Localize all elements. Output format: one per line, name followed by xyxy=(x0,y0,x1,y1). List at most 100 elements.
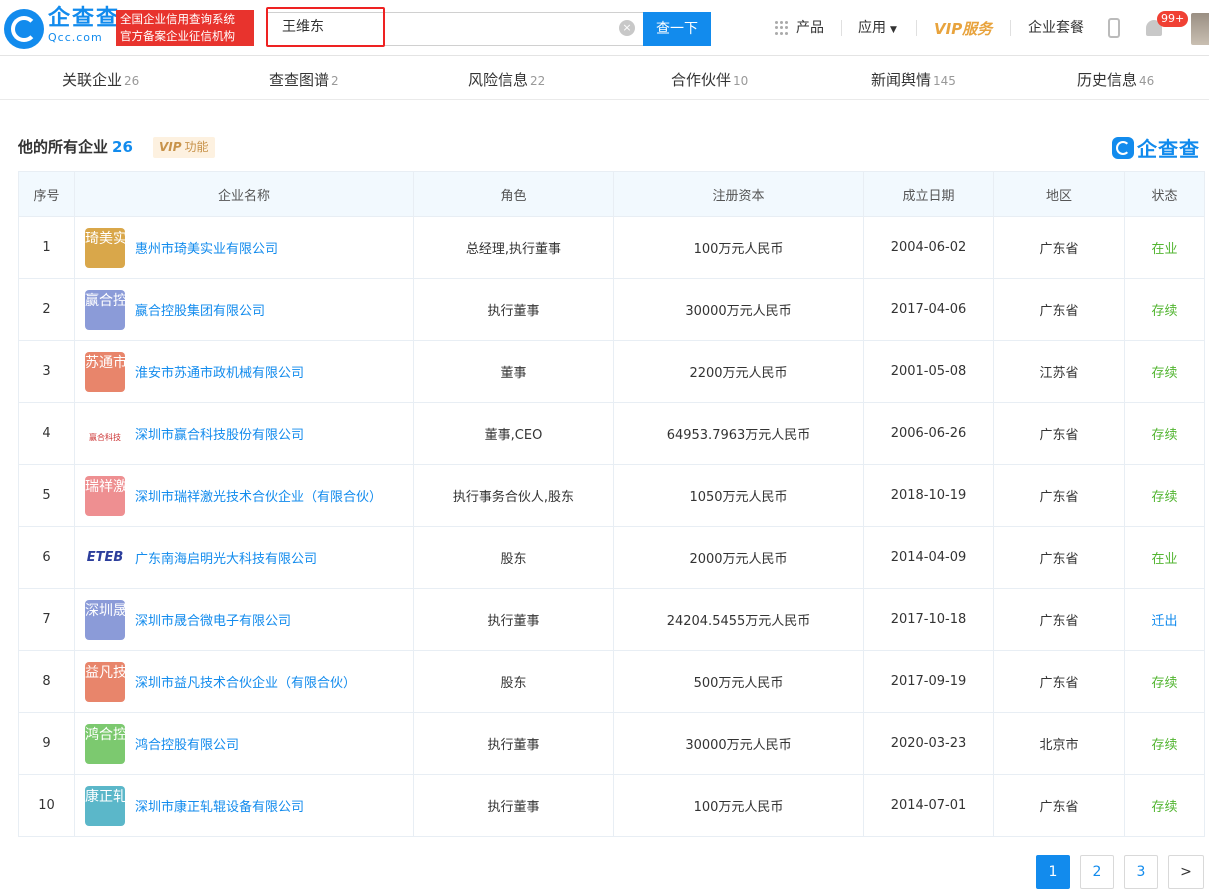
search-highlight-box xyxy=(266,7,385,47)
company-name-link[interactable]: 深圳市瑞祥激光技术合伙企业（有限合伙） xyxy=(135,486,382,505)
page-3-button[interactable]: 3 xyxy=(1124,855,1158,889)
search-button[interactable]: 查一下 xyxy=(643,12,711,46)
grid-icon[interactable] xyxy=(775,21,789,35)
caret-down-icon: ▼ xyxy=(890,25,897,35)
status-badge: 存续 xyxy=(1124,712,1205,775)
status-badge: 存续 xyxy=(1124,340,1205,403)
company-name-link[interactable]: 惠州市琦美实业有限公司 xyxy=(135,238,278,257)
company-name-link[interactable]: 广东南海启明光大科技有限公司 xyxy=(135,548,317,567)
phone-icon[interactable] xyxy=(1108,18,1120,38)
brand-watermark: 企查查 xyxy=(1112,133,1200,162)
region-cell: 广东省 xyxy=(993,216,1125,279)
company-cell: ETEB 广东南海启明光大科技有限公司 xyxy=(74,526,414,589)
company-name-link[interactable]: 深圳市晟合微电子有限公司 xyxy=(135,610,291,629)
region-cell: 广东省 xyxy=(993,402,1125,465)
tab-related-companies[interactable]: 关联企业 26 xyxy=(62,70,139,91)
row-number: 5 xyxy=(18,464,75,527)
company-logo[interactable]: 益凡技术 xyxy=(85,661,141,702)
top-header: 企查查 Qcc.com 全国企业信用查询系统 官方备案企业征信机构 × 查一下 … xyxy=(0,0,1209,56)
region-cell: 广东省 xyxy=(993,278,1125,341)
tab-risk-info[interactable]: 风险信息 22 xyxy=(468,70,545,91)
col-header-status: 状态 xyxy=(1124,171,1205,217)
nav-divider xyxy=(841,20,842,36)
qcc-brand-icon xyxy=(1112,136,1134,159)
tab-news[interactable]: 新闻舆情 145 xyxy=(871,70,956,91)
company-logo[interactable]: 赢合科技 xyxy=(85,413,125,454)
qcc-logo-icon[interactable] xyxy=(4,9,44,49)
col-header-capital: 注册资本 xyxy=(613,171,864,217)
date-cell: 2014-04-09 xyxy=(863,526,994,589)
company-cell: 益凡技术 深圳市益凡技术合伙企业（有限合伙） xyxy=(74,650,414,713)
companies-table: 序号 企业名称 角色 注册资本 成立日期 地区 状态 1 琦美实业 惠州市琦美实业有… xyxy=(18,171,1205,837)
company-logo[interactable]: 康正轧辊 xyxy=(85,785,141,826)
row-number: 2 xyxy=(18,278,75,341)
tab-history[interactable]: 历史信息 46 xyxy=(1077,70,1154,91)
role-cell: 股东 xyxy=(413,650,614,713)
table-row: 9 鸿合控股 鸿合控股有限公司 执行董事 30000万元人民币 2020-03-23 北京市… xyxy=(18,712,1205,775)
date-cell: 2018-10-19 xyxy=(863,464,994,527)
role-cell: 执行董事 xyxy=(413,588,614,651)
company-name-link[interactable]: 深圳市康正轧辊设备有限公司 xyxy=(135,796,304,815)
region-cell: 广东省 xyxy=(993,774,1125,837)
company-logo[interactable]: ETEB xyxy=(85,537,125,578)
company-logo[interactable]: 深圳晟合 xyxy=(85,599,141,640)
status-badge: 在业 xyxy=(1124,526,1205,589)
vip-feature-tag[interactable]: VIP 功能 xyxy=(153,137,215,158)
region-cell: 广东省 xyxy=(993,588,1125,651)
tab-graph[interactable]: 查查图谱 2 xyxy=(269,70,339,91)
role-cell: 执行董事 xyxy=(413,278,614,341)
site-logo[interactable]: 企查查 Qcc.com xyxy=(48,7,120,45)
role-cell: 执行董事 xyxy=(413,774,614,837)
table-row: 3 苏通市政 淮安市苏通市政机械有限公司 董事 2200万元人民币 2001-05-08 江… xyxy=(18,340,1205,403)
date-cell: 2014-07-01 xyxy=(863,774,994,837)
capital-cell: 64953.7963万元人民币 xyxy=(613,402,864,465)
clear-icon[interactable]: × xyxy=(619,20,635,36)
table-header-row: 序号 企业名称 角色 注册资本 成立日期 地区 状态 xyxy=(18,171,1205,217)
company-logo[interactable]: 瑞祥激光 xyxy=(85,475,141,516)
company-logo[interactable]: 鸿合控股 xyxy=(85,723,141,764)
row-number: 7 xyxy=(18,588,75,651)
page-2-button[interactable]: 2 xyxy=(1080,855,1114,889)
avatar[interactable] xyxy=(1191,13,1209,45)
nav-vip-service[interactable]: VIP服务 xyxy=(934,18,992,39)
company-cell: 深圳晟合 深圳市晟合微电子有限公司 xyxy=(74,588,414,651)
row-number: 1 xyxy=(18,216,75,279)
next-page-button[interactable]: > xyxy=(1168,855,1204,889)
capital-cell: 2000万元人民币 xyxy=(613,526,864,589)
table-row: 4 赢合科技 深圳市赢合科技股份有限公司 董事,CEO 64953.7963万元人民币 2… xyxy=(18,402,1205,465)
role-cell: 执行董事 xyxy=(413,712,614,775)
region-cell: 广东省 xyxy=(993,650,1125,713)
capital-cell: 30000万元人民币 xyxy=(613,712,864,775)
company-logo[interactable]: 琦美实业 xyxy=(85,227,141,268)
capital-cell: 100万元人民币 xyxy=(613,774,864,837)
nav-divider xyxy=(916,20,917,36)
company-name-link[interactable]: 深圳市赢合科技股份有限公司 xyxy=(135,424,304,443)
company-name-link[interactable]: 嬴合控股集团有限公司 xyxy=(135,300,265,319)
table-row: 2 赢合控股 嬴合控股集团有限公司 执行董事 30000万元人民币 2017-04-06 广… xyxy=(18,278,1205,341)
nav-apps[interactable]: 应用 ▼ xyxy=(858,19,897,39)
role-cell: 总经理,执行董事 xyxy=(413,216,614,279)
role-cell: 执行事务合伙人,股东 xyxy=(413,464,614,527)
company-logo[interactable]: 赢合控股 xyxy=(85,289,141,330)
capital-cell: 100万元人民币 xyxy=(613,216,864,279)
company-name-link[interactable]: 深圳市益凡技术合伙企业（有限合伙） xyxy=(135,672,356,691)
status-badge: 迁出 xyxy=(1124,588,1205,651)
nav-products[interactable]: 产品 xyxy=(796,19,824,37)
company-logo[interactable]: 苏通市政 xyxy=(85,351,141,392)
status-badge: 存续 xyxy=(1124,650,1205,713)
date-cell: 2017-04-06 xyxy=(863,278,994,341)
nav-divider xyxy=(1010,20,1011,36)
row-number: 3 xyxy=(18,340,75,403)
company-name-link[interactable]: 鸿合控股有限公司 xyxy=(135,734,239,753)
row-number: 4 xyxy=(18,402,75,465)
table-row: 6 ETEB 广东南海启明光大科技有限公司 股东 2000万元人民币 2014-04-09… xyxy=(18,526,1205,589)
table-row: 10 康正轧辊 深圳市康正轧辊设备有限公司 执行董事 100万元人民币 2014-07-0… xyxy=(18,774,1205,837)
nav-packages[interactable]: 企业套餐 xyxy=(1028,19,1084,37)
company-name-link[interactable]: 淮安市苏通市政机械有限公司 xyxy=(135,362,304,381)
company-cell: 赢合科技 深圳市赢合科技股份有限公司 xyxy=(74,402,414,465)
page-1-button[interactable]: 1 xyxy=(1036,855,1070,889)
col-header-region: 地区 xyxy=(993,171,1125,217)
tab-partners[interactable]: 合作伙伴 10 xyxy=(671,70,748,91)
table-row: 7 深圳晟合 深圳市晟合微电子有限公司 执行董事 24204.5455万元人民币 2017… xyxy=(18,588,1205,651)
col-header-no: 序号 xyxy=(18,171,75,217)
